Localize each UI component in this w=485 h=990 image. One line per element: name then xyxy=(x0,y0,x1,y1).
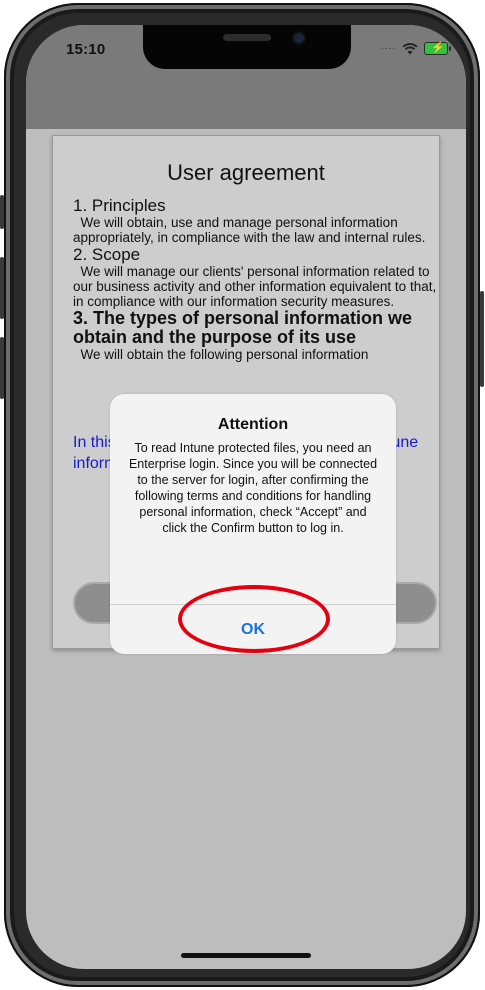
section-heading-principles: 1. Principles xyxy=(73,196,166,215)
volume-down-button xyxy=(0,337,4,399)
phone-frame: 15:10 ∙∙∙∙ ⚡ User agreement 1. Principle… xyxy=(0,3,484,987)
agreement-body: 1. Principles We will obtain, use and ma… xyxy=(73,196,439,362)
section-heading-scope: 2. Scope xyxy=(73,245,141,264)
wifi-icon xyxy=(402,42,418,54)
speaker xyxy=(223,34,271,41)
volume-up-button xyxy=(0,257,4,319)
section-text-scope: We will manage our clients' personal inf… xyxy=(73,264,440,309)
notch xyxy=(143,25,351,69)
battery-charging-icon: ⚡ xyxy=(424,42,451,55)
section-text-types: We will obtain the following personal in… xyxy=(73,347,369,362)
mute-switch xyxy=(0,195,4,229)
section-heading-types: 3. The types of personal information we … xyxy=(73,308,413,347)
screen: 15:10 ∙∙∙∙ ⚡ User agreement 1. Principle… xyxy=(26,25,466,969)
home-indicator[interactable] xyxy=(181,953,311,958)
alert-message: To read Intune protected files, you need… xyxy=(128,441,378,535)
highlight-circle-annotation xyxy=(178,585,330,653)
power-button xyxy=(480,291,484,387)
section-text-principles: We will obtain, use and manage personal … xyxy=(73,215,426,245)
status-time: 15:10 xyxy=(66,41,106,58)
status-icons: ∙∙∙∙ ⚡ xyxy=(380,42,451,55)
signal-dots-icon: ∙∙∙∙ xyxy=(380,43,396,54)
alert-title: Attention xyxy=(217,416,289,433)
front-camera xyxy=(294,33,304,43)
agreement-title: User agreement xyxy=(167,160,325,185)
